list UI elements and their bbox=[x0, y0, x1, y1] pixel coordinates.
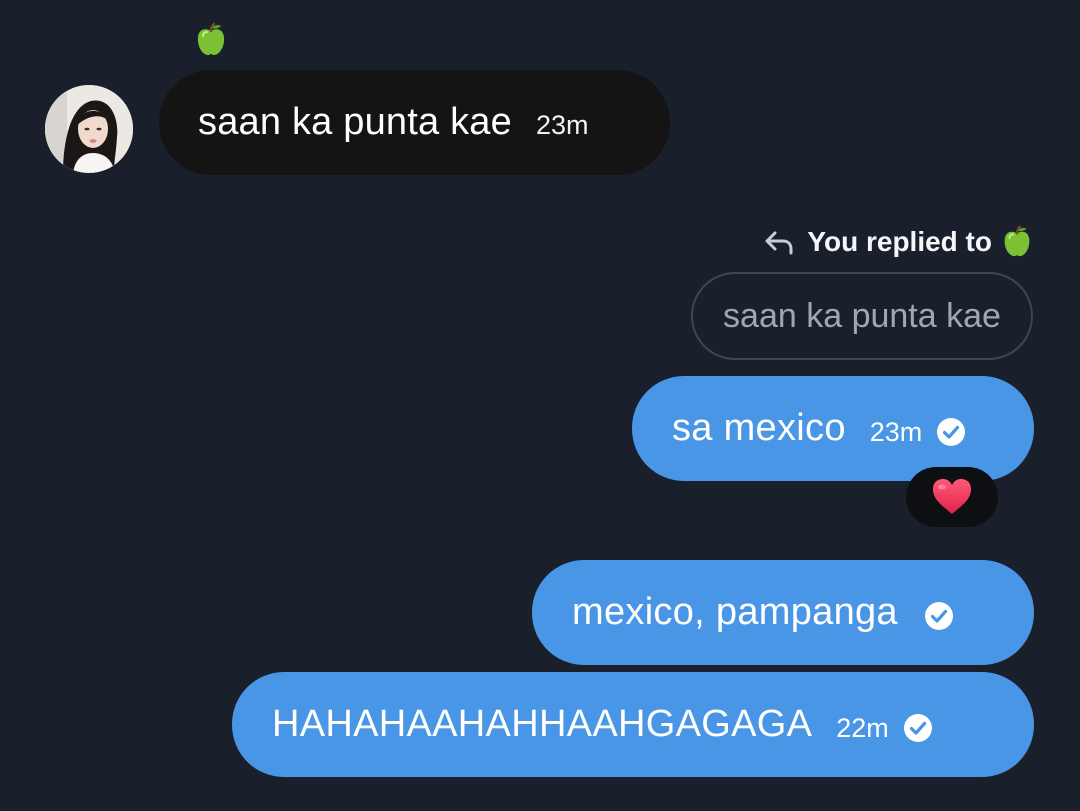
reply-arrow-icon bbox=[765, 231, 793, 255]
green-apple-icon bbox=[197, 22, 225, 55]
sent-check-icon bbox=[937, 417, 966, 446]
quoted-message[interactable]: saan ka punta kae bbox=[691, 272, 1033, 360]
message-timestamp: 22m bbox=[836, 713, 889, 743]
message-text: HAHAHAAHAHHAAHGAGAGA bbox=[272, 703, 813, 745]
sent-check-icon bbox=[903, 713, 932, 742]
message-text: sa mexico bbox=[672, 407, 846, 449]
red-heart-icon bbox=[933, 479, 971, 514]
message-text: mexico, pampanga bbox=[572, 591, 898, 633]
quoted-message-text: saan ka punta kae bbox=[723, 296, 1001, 335]
message-reaction[interactable] bbox=[906, 467, 998, 527]
outgoing-message-bubble[interactable]: sa mexico 23m bbox=[632, 376, 1034, 481]
message-timestamp: 23m bbox=[535, 110, 589, 140]
reply-context-label: You replied to bbox=[763, 222, 1034, 262]
avatar-photo bbox=[45, 85, 133, 173]
sent-check-icon bbox=[924, 601, 953, 630]
dm-conversation: saan ka punta kae 23m You replied to saa… bbox=[0, 0, 1080, 811]
message-timestamp: 23m bbox=[869, 417, 923, 447]
green-apple-icon bbox=[1004, 225, 1030, 257]
outgoing-message-bubble[interactable]: HAHAHAAHAHHAAHGAGAGA 22m bbox=[232, 672, 1034, 777]
incoming-message-bubble[interactable]: saan ka punta kae 23m bbox=[159, 70, 670, 175]
avatar[interactable] bbox=[45, 85, 133, 173]
reply-label-text: You replied to bbox=[807, 226, 992, 257]
outgoing-message-bubble[interactable]: mexico, pampanga bbox=[532, 560, 1034, 665]
message-text: saan ka punta kae bbox=[198, 101, 512, 143]
